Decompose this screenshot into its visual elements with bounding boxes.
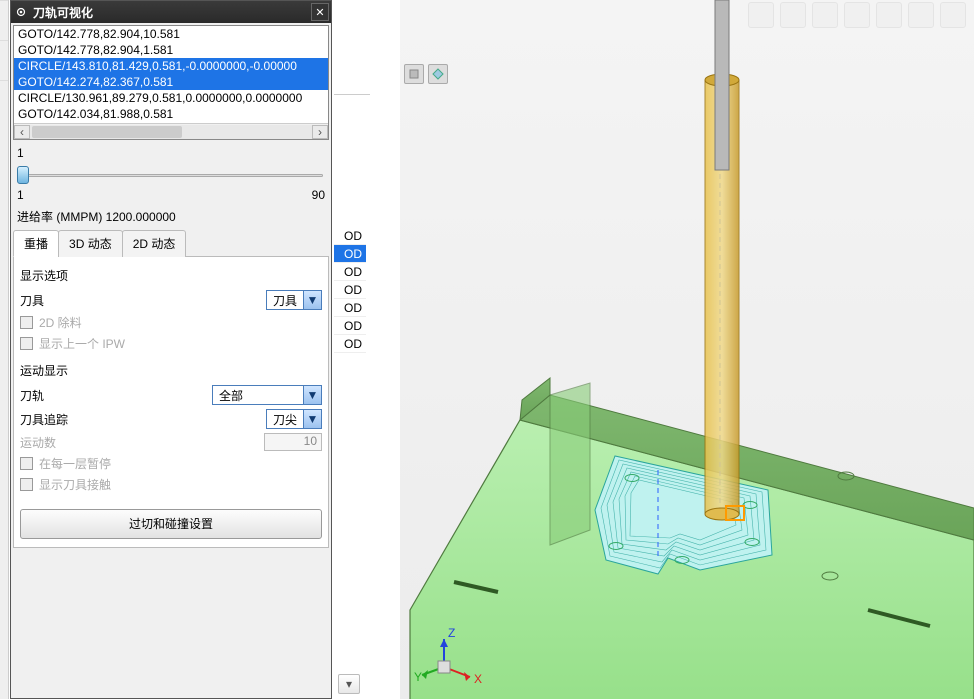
nc-horizontal-scrollbar[interactable]: ‹ ›	[14, 123, 328, 139]
feedrate-label: 进给率 (MMPM) 1200.000000	[11, 202, 331, 229]
track-label: 刀具追踪	[20, 411, 68, 428]
tab-2d-dynamic[interactable]: 2D 动态	[122, 230, 187, 257]
motion-section-title: 运动显示	[20, 362, 322, 379]
chevron-down-icon: ▼	[303, 291, 321, 309]
3d-viewport[interactable]: X Y Z	[400, 0, 974, 699]
svg-text:X: X	[474, 672, 482, 686]
scroll-thumb[interactable]	[32, 126, 182, 138]
checkbox-show-contact	[20, 478, 33, 491]
operation-list-sliver[interactable]: OD OD OD OD OD OD OD	[334, 103, 366, 353]
toolpath-visualize-dialog: 刀轨可视化 ✕ GOTO/142.778,82.904,10.581 GOTO/…	[10, 0, 332, 699]
tab-replay[interactable]: 重播	[13, 230, 59, 257]
list-item[interactable]: OD	[334, 281, 366, 299]
dialog-titlebar[interactable]: 刀轨可视化 ✕	[11, 1, 331, 23]
nc-line[interactable]: CIRCLE/130.961,89.279,0.581,0.0000000,0.…	[14, 90, 328, 106]
close-icon: ✕	[315, 6, 324, 19]
slider-min-label: 1	[17, 188, 24, 202]
chevron-down-icon: ▼	[303, 410, 321, 428]
scroll-track[interactable]	[30, 125, 312, 139]
checkbox-show-prev-ipw-label: 显示上一个 IPW	[39, 335, 125, 352]
collapse-button[interactable]: ▾	[338, 674, 360, 694]
scroll-right-button[interactable]: ›	[312, 125, 328, 139]
display-section-title: 显示选项	[20, 267, 322, 284]
settings-icon[interactable]	[13, 4, 29, 20]
tool-dropdown[interactable]: 刀具 ▼	[266, 290, 322, 310]
slider-top-label: 1	[17, 146, 325, 160]
checkbox-pause-layer-label: 在每一层暂停	[39, 455, 111, 472]
list-item[interactable]: OD	[334, 245, 366, 263]
track-dropdown[interactable]: 刀尖 ▼	[266, 409, 322, 429]
list-item[interactable]: OD	[334, 227, 366, 245]
checkbox-2d-stock	[20, 316, 33, 329]
track-dropdown-value: 刀尖	[267, 411, 303, 428]
list-item[interactable]: OD	[334, 335, 366, 353]
slider-max-label: 90	[312, 188, 325, 202]
frame-slider[interactable]	[17, 166, 325, 186]
tab-bar: 重播 3D 动态 2D 动态	[13, 229, 329, 257]
svg-text:Z: Z	[448, 626, 455, 640]
tool-dropdown-value: 刀具	[267, 292, 303, 309]
frame-slider-area: 1 1 90	[11, 142, 331, 202]
path-dropdown[interactable]: 全部 ▼	[212, 385, 322, 405]
checkbox-2d-stock-label: 2D 除料	[39, 314, 82, 331]
checkbox-pause-layer	[20, 457, 33, 470]
tab-pane-replay: 显示选项 刀具 刀具 ▼ 2D 除料 显示上一个 IPW 运动显示 刀轨 全部 …	[13, 257, 329, 548]
nc-line[interactable]: GOTO/142.778,82.904,1.581	[14, 42, 328, 58]
gouge-collision-button[interactable]: 过切和碰撞设置	[20, 509, 322, 539]
slider-thumb[interactable]	[17, 166, 29, 184]
list-item[interactable]: OD	[334, 263, 366, 281]
3d-scene	[400, 0, 974, 699]
nc-line[interactable]: GOTO/142.778,82.904,10.581	[14, 26, 328, 42]
chevron-down-icon: ▾	[346, 677, 352, 691]
close-button[interactable]: ✕	[311, 3, 329, 21]
chevron-down-icon: ▼	[303, 386, 321, 404]
checkbox-show-prev-ipw	[20, 337, 33, 350]
checkbox-show-contact-label: 显示刀具接触	[39, 476, 111, 493]
motion-count-label: 运动数	[20, 434, 56, 451]
axes-triad: X Y Z	[414, 619, 484, 689]
svg-text:Y: Y	[414, 670, 422, 684]
scroll-left-button[interactable]: ‹	[14, 125, 30, 139]
tool-label: 刀具	[20, 292, 44, 309]
nc-line[interactable]: GOTO/142.274,82.367,0.581	[14, 74, 328, 90]
list-item[interactable]: OD	[334, 299, 366, 317]
path-label: 刀轨	[20, 387, 44, 404]
nc-code-list[interactable]: GOTO/142.778,82.904,10.581 GOTO/142.778,…	[13, 25, 329, 140]
nc-line[interactable]: GOTO/142.034,81.988,0.581	[14, 106, 328, 122]
motion-count-field: 10	[264, 433, 322, 451]
tab-3d-dynamic[interactable]: 3D 动态	[58, 230, 123, 257]
nc-line[interactable]: CIRCLE/143.810,81.429,0.581,-0.0000000,-…	[14, 58, 328, 74]
dialog-title: 刀轨可视化	[29, 4, 311, 21]
left-dock-sliver	[0, 0, 9, 699]
path-dropdown-value: 全部	[213, 387, 303, 404]
list-item[interactable]: OD	[334, 317, 366, 335]
